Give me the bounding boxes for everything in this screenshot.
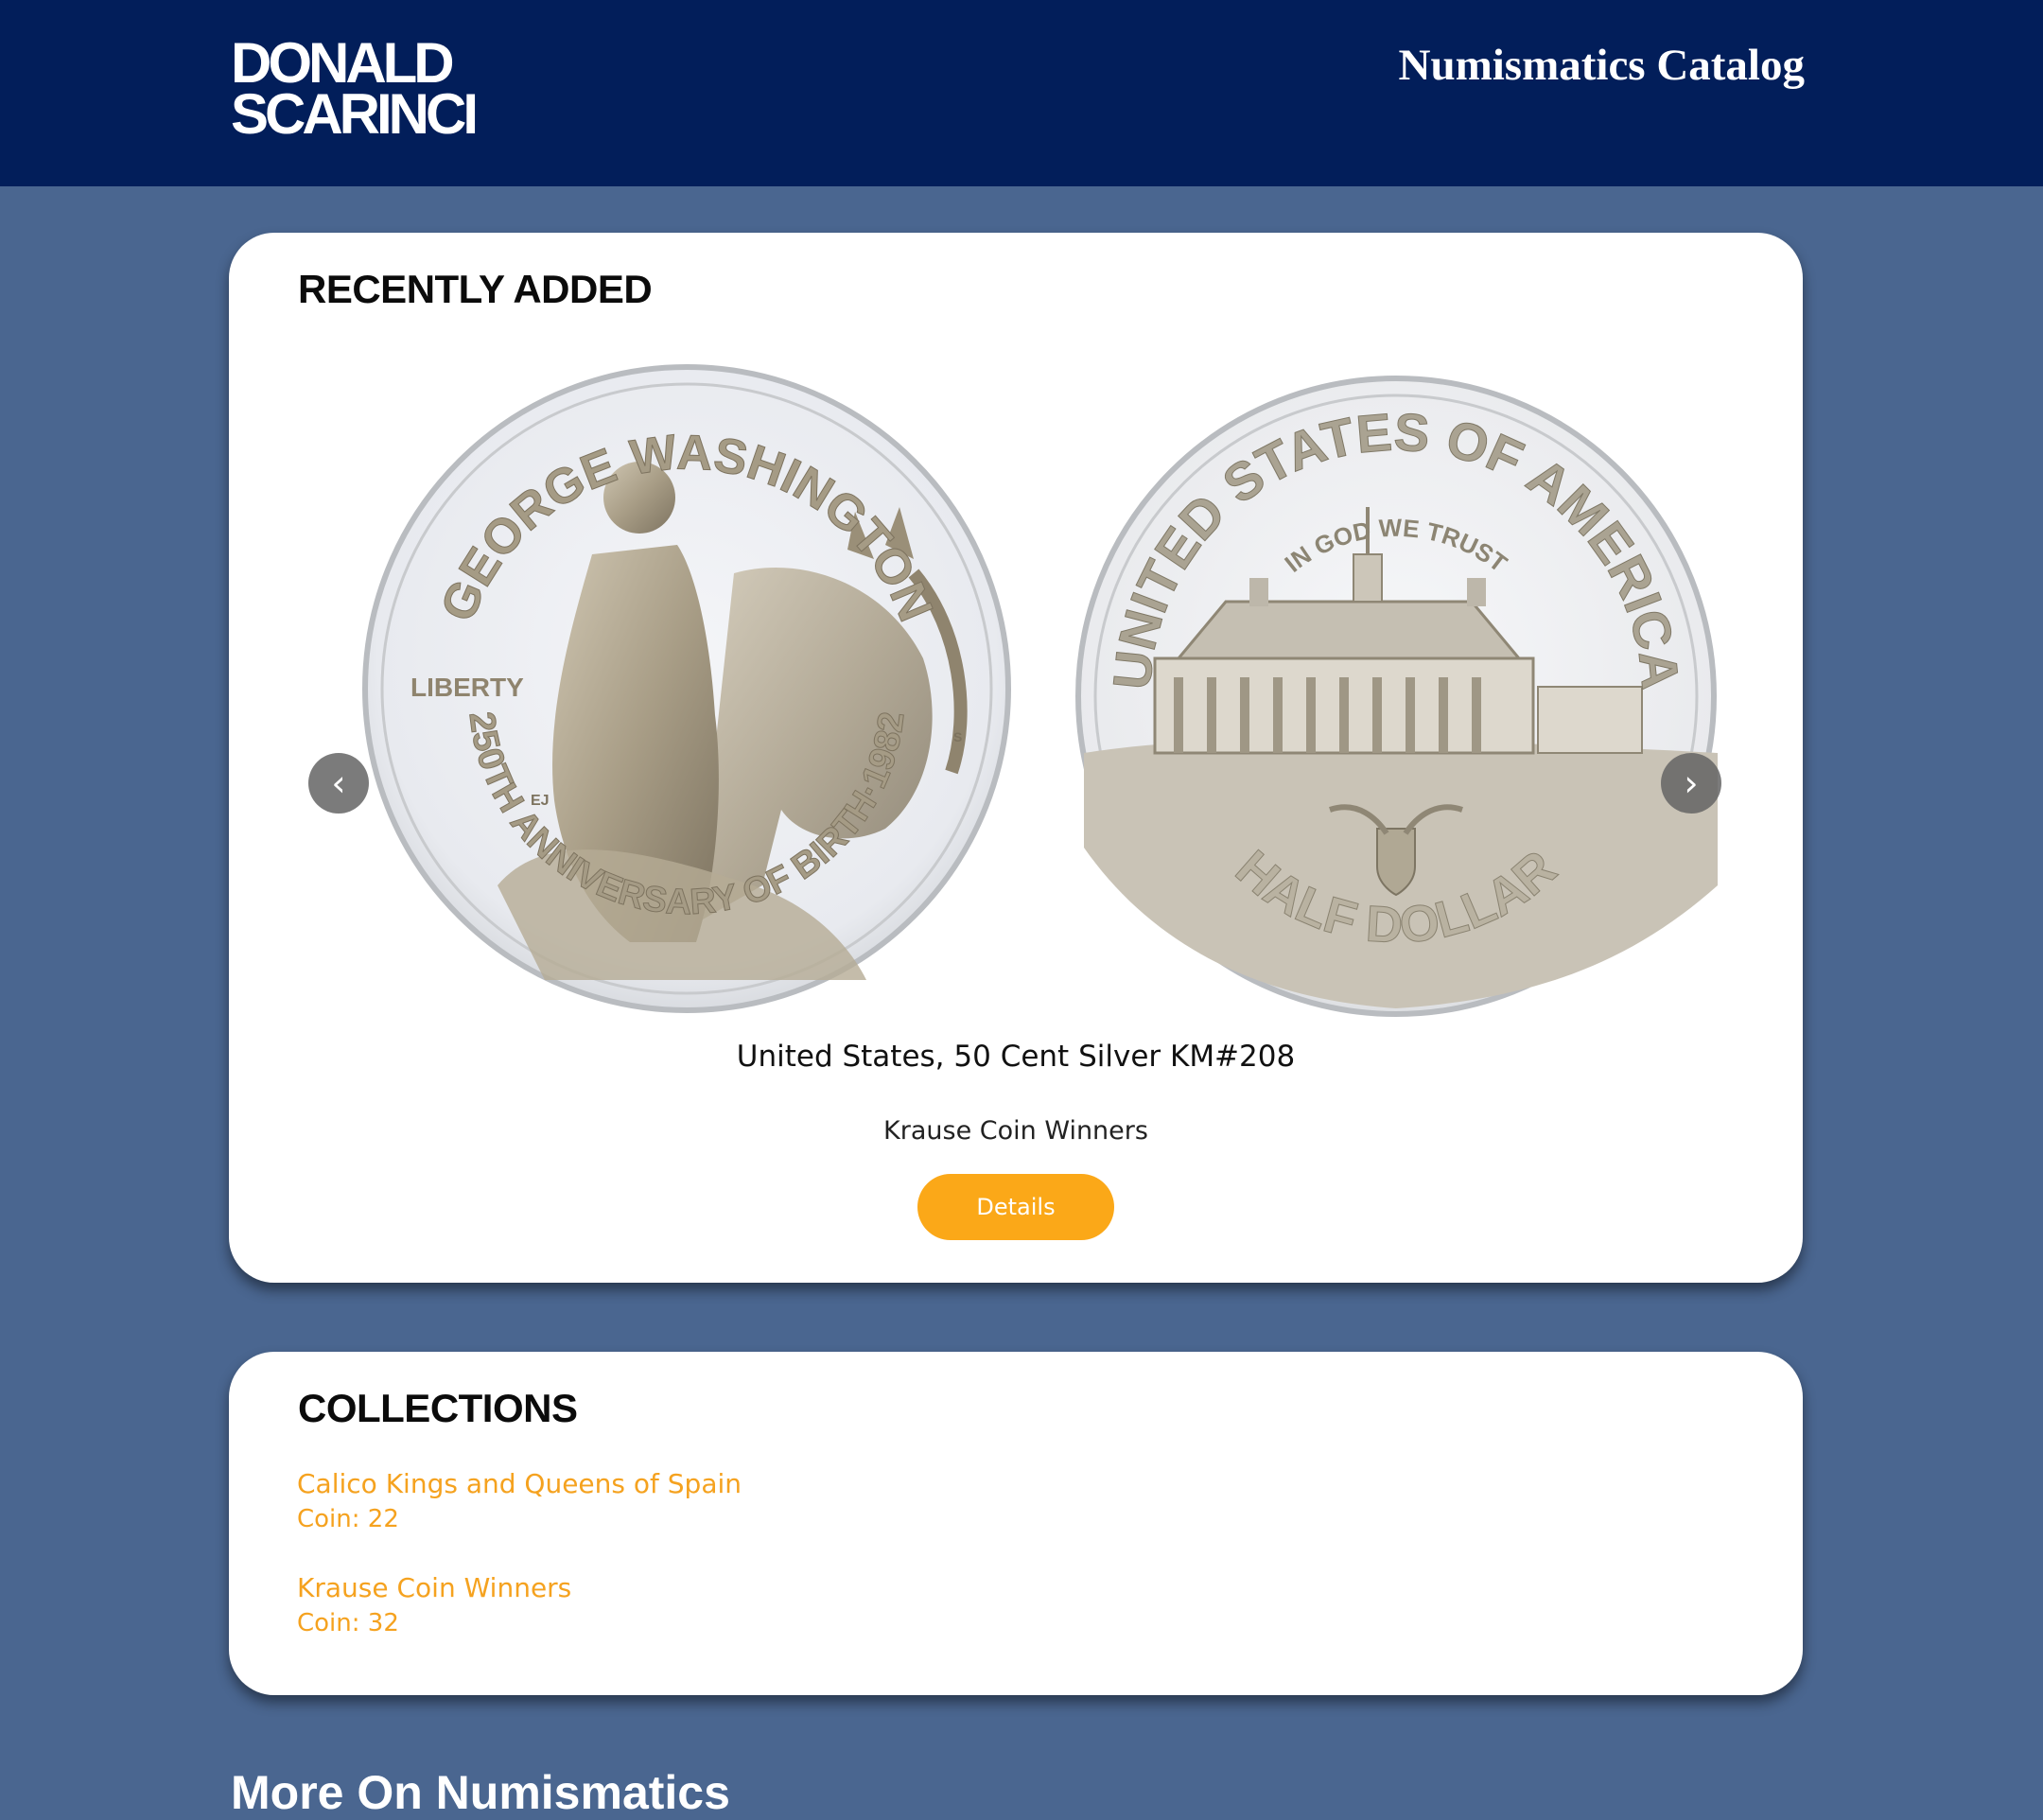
- carousel-next-button[interactable]: ›: [1661, 753, 1721, 814]
- more-on-numismatics-heading: More On Numismatics: [231, 1766, 730, 1819]
- collection-item: Krause Coin Winners Coin: 32: [297, 1572, 571, 1637]
- logo-line-2: SCARINCI: [231, 82, 479, 146]
- chevron-right-icon: ›: [1684, 762, 1699, 804]
- collection-item: Calico Kings and Queens of Spain Coin: 2…: [297, 1468, 742, 1533]
- collections-heading: COLLECTIONS: [298, 1386, 578, 1430]
- site-header: DONALD SCARINCI Numismatics Catalog: [0, 0, 2043, 186]
- coin-title: United States, 50 Cent Silver KM#208: [736, 1040, 1296, 1074]
- coin-reverse-image: UNITED STATES OF AMERICA IN GOD WE TRUST…: [1073, 373, 1720, 1018]
- recently-added-heading: RECENTLY ADDED: [298, 267, 653, 311]
- recently-added-card: RECENTLY ADDED GEORGE WASHINGTON LIBERTY…: [229, 233, 1803, 1283]
- carousel-prev-button[interactable]: ‹: [308, 753, 369, 814]
- coin-carousel: GEORGE WASHINGTON LIBERTY EJ S 250TH ANN…: [308, 356, 1721, 1018]
- site-title: Numismatics Catalog: [1398, 41, 1806, 90]
- collection-link-calico-kings-and-queens-of-spain[interactable]: Calico Kings and Queens of Spain: [297, 1468, 742, 1499]
- collections-card: COLLECTIONS Calico Kings and Queens of S…: [229, 1352, 1803, 1695]
- logo[interactable]: DONALD SCARINCI: [231, 31, 479, 146]
- logo-line-1: DONALD: [231, 31, 455, 95]
- obverse-mint-mark: S: [953, 729, 962, 744]
- obverse-liberty: LIBERTY: [410, 673, 524, 702]
- coin-obverse-image: GEORGE WASHINGTON LIBERTY EJ S 250TH ANN…: [360, 362, 1013, 1015]
- collection-coin-count: Coin: 22: [297, 1505, 399, 1533]
- collection-link-krause-coin-winners[interactable]: Krause Coin Winners: [297, 1572, 571, 1603]
- details-button[interactable]: Details: [917, 1174, 1114, 1240]
- collection-coin-count: Coin: 32: [297, 1609, 399, 1637]
- chevron-left-icon: ‹: [331, 762, 346, 804]
- coin-collection-name: Krause Coin Winners: [883, 1116, 1148, 1146]
